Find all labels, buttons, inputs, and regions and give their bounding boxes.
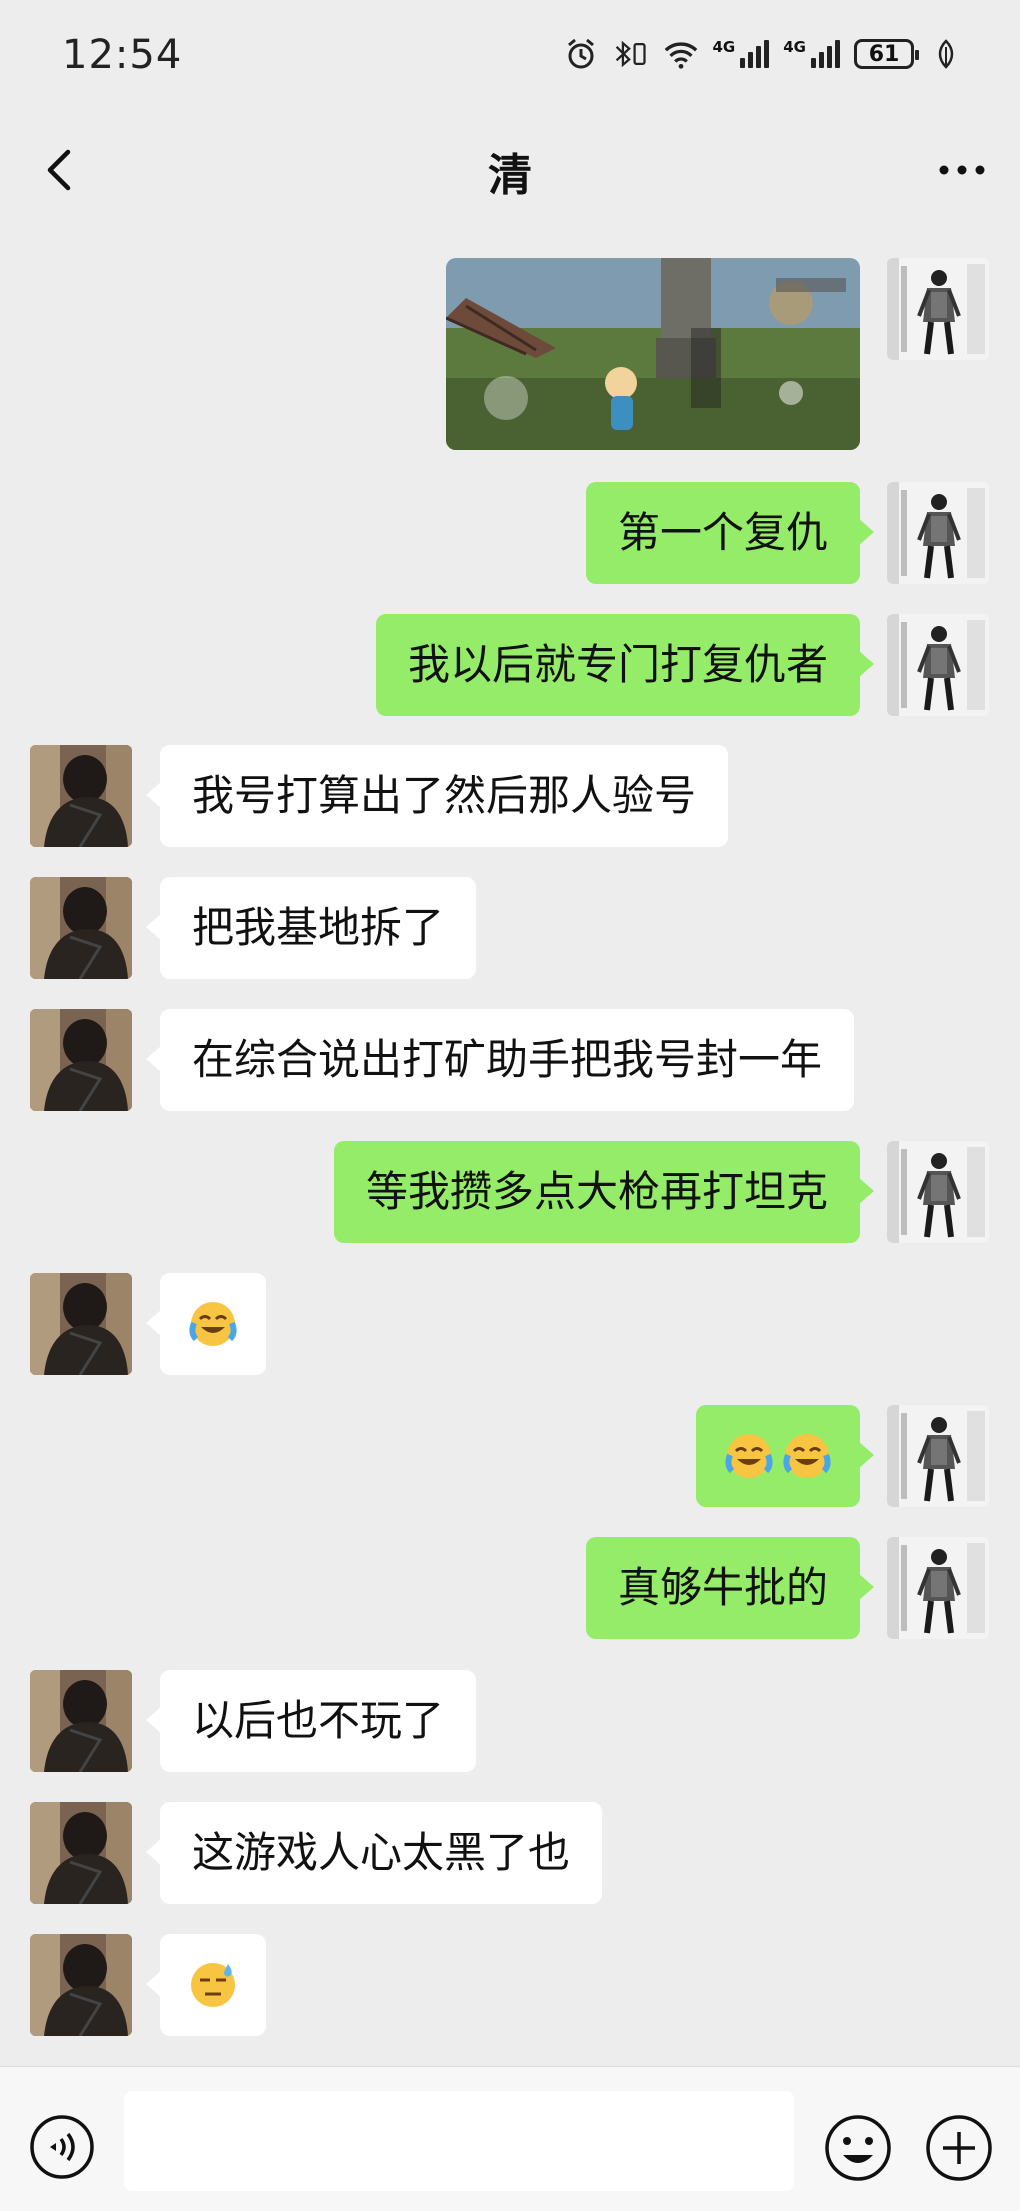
voice-input-button[interactable] [28, 2113, 96, 2181]
more-actions-button[interactable] [924, 2113, 994, 2183]
my-avatar[interactable] [887, 614, 989, 716]
contact-avatar[interactable] [30, 1802, 132, 1904]
my-message-bubble[interactable]: 第一个复仇 [585, 482, 875, 584]
alarm-icon [563, 36, 599, 72]
contact-avatar[interactable] [30, 745, 132, 847]
my-avatar[interactable] [887, 482, 989, 584]
signal-icon-2: 4G [783, 40, 840, 68]
plus-icon [926, 2115, 992, 2181]
contact-message-bubble[interactable]: 我号打算出了然后那人验号 [145, 745, 729, 847]
my-avatar[interactable] [887, 258, 989, 360]
my-message-bubble[interactable]: 等我攒多点大枪再打坦克 [333, 1141, 875, 1243]
chat-header: 清 [0, 115, 1020, 230]
voice-icon [30, 2115, 94, 2179]
contact-avatar[interactable] [30, 1273, 132, 1375]
battery-icon: 61 [854, 39, 919, 69]
contact-emoji-bubble[interactable] [146, 1934, 266, 2036]
contact-message-bubble[interactable]: 把我基地拆了 [145, 877, 477, 979]
emoji-button[interactable] [823, 2113, 893, 2183]
status-icons: 4G 4G 61 [563, 36, 965, 72]
my-emoji-bubble[interactable] [696, 1405, 874, 1507]
crying-laughing-emoji-icon [189, 1302, 237, 1346]
contact-avatar[interactable] [30, 1009, 132, 1111]
chat-title: 清 [488, 150, 532, 201]
crying-laughing-emoji-icon [725, 1434, 773, 1478]
bluetooth-vibrate-icon [613, 36, 649, 72]
my-avatar[interactable] [887, 1141, 989, 1243]
message-input[interactable] [124, 2091, 794, 2191]
sweat-face-emoji-icon [191, 1963, 235, 2007]
my-avatar[interactable] [887, 1537, 989, 1639]
signal-icon-1: 4G [713, 40, 770, 68]
my-message-bubble[interactable]: 我以后就专门打复仇者 [375, 614, 875, 716]
wifi-icon [663, 36, 699, 72]
smiley-icon [825, 2115, 891, 2181]
contact-emoji-bubble[interactable] [146, 1273, 266, 1375]
more-options-button[interactable] [932, 145, 992, 195]
contact-avatar[interactable] [30, 1934, 132, 2036]
my-avatar[interactable] [887, 1405, 989, 1507]
contact-avatar[interactable] [30, 877, 132, 979]
contact-message-bubble[interactable]: 以后也不玩了 [145, 1670, 477, 1772]
leaf-icon [928, 36, 964, 72]
my-message-bubble[interactable]: 真够牛批的 [585, 1537, 875, 1639]
contact-message-bubble[interactable]: 这游戏人心太黑了也 [145, 1802, 603, 1904]
crying-laughing-emoji-icon [783, 1434, 831, 1478]
status-time: 12:54 [62, 32, 183, 78]
battery-level: 61 [868, 41, 900, 67]
more-dots-icon [939, 165, 985, 175]
image-message[interactable] [446, 258, 860, 450]
contact-avatar[interactable] [30, 1670, 132, 1772]
input-bar [0, 2066, 1020, 2211]
game-screenshot-image [446, 258, 860, 450]
contact-message-bubble[interactable]: 在综合说出打矿助手把我号封一年 [145, 1009, 855, 1111]
status-bar: 12:54 4G 4G 61 [0, 0, 1020, 115]
